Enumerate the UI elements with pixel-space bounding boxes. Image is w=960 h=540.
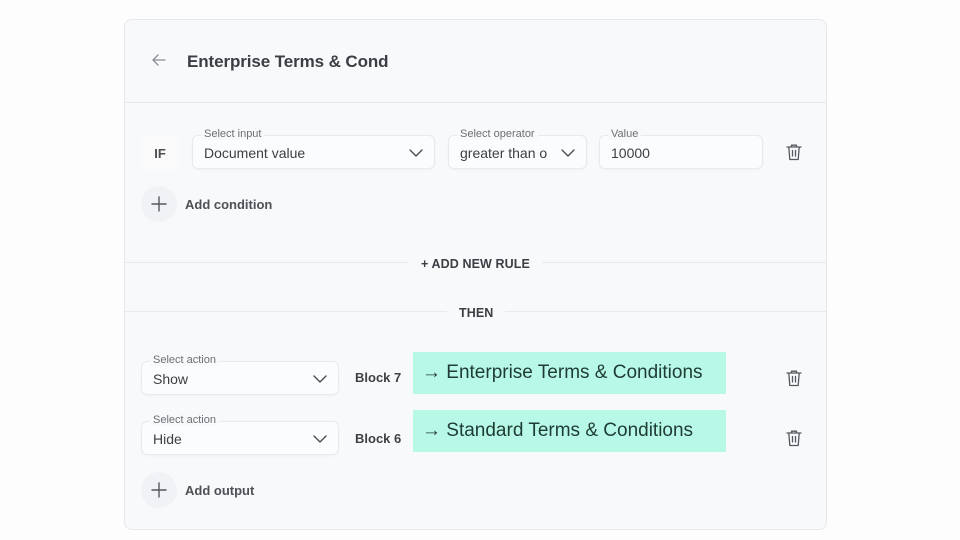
- delete-action-button[interactable]: [783, 427, 805, 449]
- header: Enterprise Terms & Cond: [125, 20, 826, 103]
- trash-icon: [786, 430, 802, 447]
- delete-condition-button[interactable]: [783, 141, 805, 163]
- back-button[interactable]: [149, 50, 169, 70]
- trash-icon: [786, 144, 802, 161]
- trash-icon: [786, 370, 802, 387]
- add-output-button[interactable]: Add output: [141, 472, 254, 508]
- chevron-down-icon: [409, 149, 423, 157]
- add-new-rule-button[interactable]: + ADD NEW RULE: [409, 253, 542, 275]
- select-action-value: Hide: [153, 431, 182, 447]
- if-label: IF: [141, 135, 179, 171]
- target-block-highlight: → Enterprise Terms & Conditions: [413, 352, 726, 394]
- select-action-dropdown[interactable]: Select action Show: [141, 354, 339, 395]
- select-operator-value: greater than o: [460, 145, 548, 161]
- select-operator-label: Select operator: [457, 128, 538, 140]
- select-input-label: Select input: [201, 128, 265, 140]
- add-condition-label: Add condition: [185, 196, 273, 212]
- value-input-value: 10000: [611, 145, 650, 161]
- block-label: Block 7: [355, 370, 402, 385]
- value-label: Value: [608, 128, 642, 140]
- chevron-down-icon: [313, 435, 327, 443]
- select-action-dropdown[interactable]: Select action Hide: [141, 414, 339, 455]
- plus-icon: [141, 472, 177, 508]
- target-block-highlight: → Standard Terms & Conditions: [413, 410, 726, 452]
- value-input[interactable]: Value 10000: [599, 128, 763, 169]
- plus-icon: [141, 186, 177, 222]
- add-output-label: Add output: [185, 482, 255, 498]
- select-action-label: Select action: [150, 414, 219, 426]
- add-condition-button[interactable]: Add condition: [141, 186, 272, 222]
- then-label: THEN: [447, 302, 506, 324]
- chevron-down-icon: [561, 149, 575, 157]
- chevron-down-icon: [313, 375, 327, 383]
- block-label: Block 6: [355, 431, 402, 446]
- delete-action-button[interactable]: [783, 367, 805, 389]
- select-action-value: Show: [153, 371, 189, 387]
- select-input-value: Document value: [204, 145, 306, 161]
- select-input-dropdown[interactable]: Select input Document value: [192, 128, 435, 169]
- select-operator-dropdown[interactable]: Select operator greater than o: [448, 128, 587, 169]
- select-action-label: Select action: [150, 354, 219, 366]
- page-title: Enterprise Terms & Cond: [187, 52, 389, 71]
- arrow-left-icon: [152, 54, 166, 66]
- rule-editor-card: Enterprise Terms & Cond IF Select input …: [124, 19, 827, 530]
